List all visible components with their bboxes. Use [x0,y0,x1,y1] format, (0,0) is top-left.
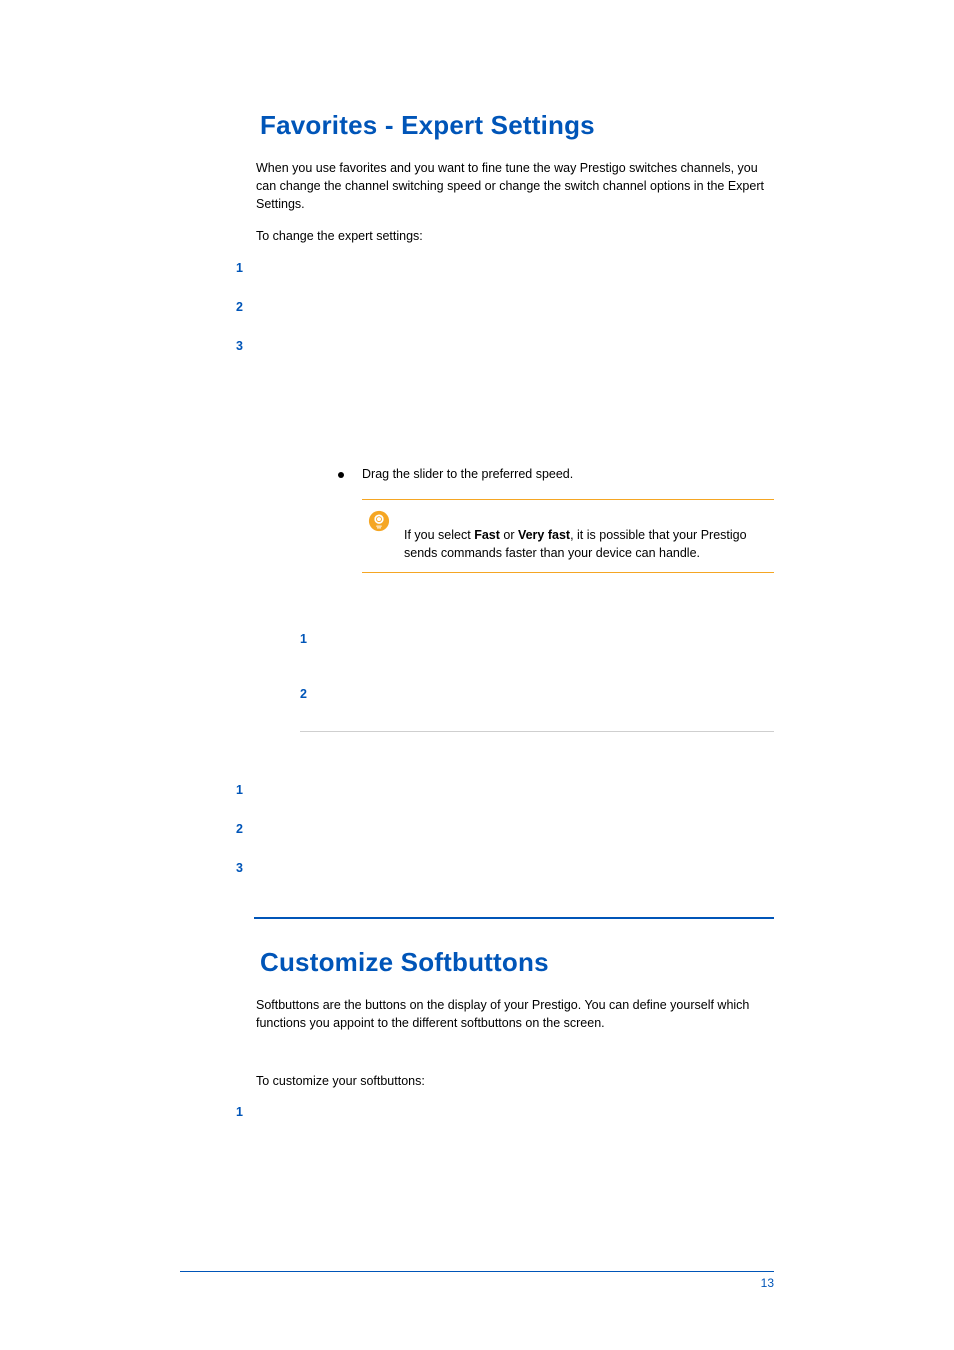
step-number: 2 [300,686,318,701]
bullet-icon [338,472,344,478]
step-row: 2 [236,821,774,836]
step-row: 1 [236,260,774,275]
lightbulb-icon [368,510,390,532]
step-row: 3 [236,860,774,875]
primary-steps-a: 1 2 3 [236,260,774,353]
step-number: 1 [236,782,254,797]
tip-box: If you select Fast or Very fast, it is p… [362,499,774,573]
step-row: 2 [236,299,774,314]
section-title-favorites: Favorites - Expert Settings [260,110,774,141]
lead-paragraph-2: To customize your softbuttons: [256,1072,764,1090]
step-row: 1 [236,782,774,797]
bullet-row: Drag the slider to the preferred speed. [338,467,774,481]
step-number: 2 [236,821,254,836]
nested-steps: 1 2 [300,631,774,701]
step-number: 1 [236,260,254,275]
step-number: 2 [236,299,254,314]
speed-section: Drag the slider to the preferred speed. … [338,467,774,573]
section1-body: When you use favorites and you want to f… [256,159,774,246]
step-number: 1 [300,631,318,646]
tip-fragment: or [500,528,518,542]
bullet-text: Drag the slider to the preferred speed. [362,467,774,481]
step-number: 3 [236,860,254,875]
intro-paragraph-2: Softbuttons are the buttons on the displ… [256,996,764,1032]
step-number: 3 [236,338,254,353]
softbutton-steps: 1 [236,1104,774,1119]
lead-paragraph: To change the expert settings: [256,227,764,245]
step-row: 1 [236,1104,774,1119]
intro-paragraph: When you use favorites and you want to f… [256,159,764,213]
tip-bold-fast: Fast [474,528,500,542]
primary-steps-b: 1 2 3 [236,782,774,875]
page-number: 13 [180,1276,774,1290]
tip-fragment: If you select [404,528,474,542]
step-row: 3 [236,338,774,353]
step-row: 2 [300,686,774,701]
page: Favorites - Expert Settings When you use… [0,0,954,1350]
footer-rule [180,1271,774,1272]
step-row: 1 [300,631,774,646]
section2-body: Softbuttons are the buttons on the displ… [256,996,774,1090]
tip-bold-very-fast: Very fast [518,528,570,542]
section-title-softbuttons: Customize Softbuttons [260,947,774,978]
tip-text: If you select Fast or Very fast, it is p… [404,510,768,562]
page-footer: 13 [180,1271,774,1290]
step-number: 1 [236,1104,254,1119]
